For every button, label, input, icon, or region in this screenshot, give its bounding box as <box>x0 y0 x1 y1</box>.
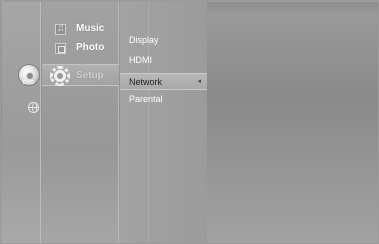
content-header-band <box>207 2 378 16</box>
submenu-item-label: Parental <box>129 94 163 104</box>
menu-item-photo[interactable]: Photo <box>42 39 119 59</box>
arrow-left-icon: ◂ <box>197 78 201 85</box>
setup-menu-screen: DVD Music Photo Setup Display HDMI Netwo… <box>0 0 379 244</box>
globe-icon[interactable] <box>28 102 39 113</box>
submenu-item-parental[interactable]: Parental <box>120 91 207 109</box>
dvd-label: DVD <box>23 80 35 86</box>
menu-item-label: Photo <box>76 42 105 53</box>
gear-icon <box>50 66 70 86</box>
submenu-item-hdmi[interactable]: HDMI <box>120 52 207 70</box>
source-column: DVD <box>2 2 41 243</box>
setup-submenu: Display HDMI Network ◂ Parental <box>120 2 207 243</box>
submenu-item-label: HDMI <box>129 55 152 65</box>
main-menu: Music Photo Setup <box>42 2 119 243</box>
menu-item-setup[interactable]: Setup <box>42 64 119 86</box>
content-panel <box>207 2 378 243</box>
submenu-item-label: Display <box>129 35 159 45</box>
photo-icon <box>55 43 66 54</box>
submenu-item-display[interactable]: Display <box>120 32 207 50</box>
music-note-icon <box>55 23 66 35</box>
menu-item-label: Setup <box>76 70 104 81</box>
submenu-item-network[interactable]: Network ◂ <box>120 73 207 90</box>
menu-item-label: Music <box>76 23 105 34</box>
menu-item-music[interactable]: Music <box>42 20 119 40</box>
submenu-item-label: Network <box>129 77 163 87</box>
